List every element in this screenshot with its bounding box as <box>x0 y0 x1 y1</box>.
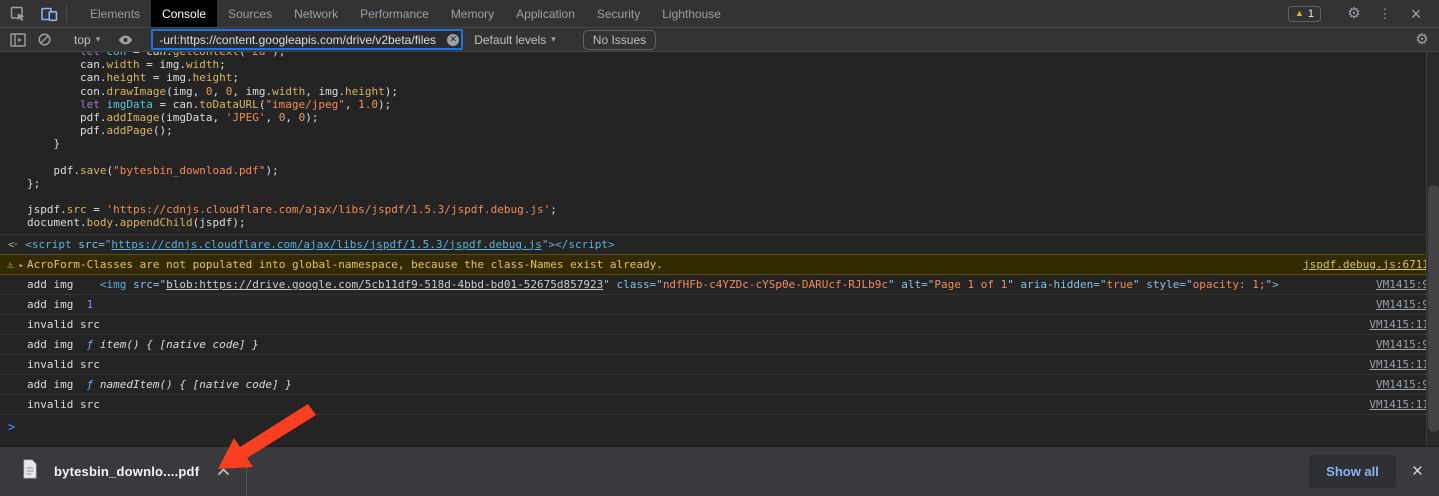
console-logs: add img <img src="blob:https://drive.goo… <box>0 275 1439 415</box>
code-line: jspdf.src = 'https://cdnjs.cloudflare.co… <box>27 203 1439 216</box>
log-message: invalid src <box>27 318 1357 331</box>
tab-application[interactable]: Application <box>505 0 586 27</box>
scrollbar-thumb[interactable] <box>1428 185 1439 432</box>
code-line: con.drawImage(img, 0, 0, img.width, img.… <box>27 85 1439 98</box>
no-issues-button[interactable]: No Issues <box>583 30 656 50</box>
code-line <box>27 151 1439 164</box>
warning-text: AcroForm-Classes are not populated into … <box>27 258 663 271</box>
kebab-menu-icon[interactable]: ⋮ <box>1372 7 1398 20</box>
tabbar-right: ▲ 1 ⚙ ⋮ × <box>1288 0 1439 27</box>
tab-lighthouse[interactable]: Lighthouse <box>651 0 732 27</box>
source-location-link[interactable]: VM1415:11 <box>1369 318 1429 331</box>
console-log-row: add img ƒ item() { [native code] } VM1415… <box>0 335 1439 355</box>
settings-gear-icon[interactable]: ⚙ <box>1341 6 1367 21</box>
source-location-link[interactable]: VM1415:9 <box>1376 278 1429 291</box>
return-value-icon: <· <box>8 238 17 251</box>
tab-network[interactable]: Network <box>283 0 349 27</box>
inspect-element-icon[interactable] <box>5 0 31 27</box>
code-line: pdf.save("bytesbin_download.pdf"); <box>27 164 1439 177</box>
close-devtools-icon[interactable]: × <box>1403 5 1429 23</box>
scrollbar-track[interactable] <box>1426 52 1439 446</box>
warning-badge[interactable]: ▲ 1 <box>1288 6 1321 22</box>
console-prompt[interactable]: > <box>0 415 1439 434</box>
log-message: invalid src <box>27 398 1357 411</box>
tab-sources[interactable]: Sources <box>217 0 283 27</box>
source-location-link[interactable]: jspdf.debug.js:6711 <box>1303 258 1429 271</box>
tab-performance[interactable]: Performance <box>349 0 440 27</box>
source-location-link[interactable]: VM1415:9 <box>1376 378 1429 391</box>
downloaded-file-chip[interactable]: bytesbin_downlo....pdf <box>0 447 246 496</box>
tab-console[interactable]: Console <box>151 0 217 27</box>
download-bar: bytesbin_downlo....pdf Show all × <box>0 446 1439 496</box>
divider <box>66 5 67 22</box>
console-log-row: invalid src VM1415:11 <box>0 355 1439 375</box>
tab-security[interactable]: Security <box>586 0 651 27</box>
log-message: add img <img src="blob:https://drive.goo… <box>27 278 1364 291</box>
clear-console-icon[interactable] <box>31 28 57 51</box>
file-document-icon <box>22 459 38 484</box>
code-line: document.body.appendChild(jspdf); <box>27 216 1439 229</box>
device-toolbar-icon[interactable] <box>36 0 62 27</box>
console-sidebar-icon[interactable] <box>5 28 31 51</box>
source-location-link[interactable]: VM1415:9 <box>1376 338 1429 351</box>
code-line: let imgData = can.toDataURL("image/jpeg"… <box>27 98 1439 111</box>
tab-memory[interactable]: Memory <box>440 0 505 27</box>
prompt-chevron-icon: > <box>8 420 15 434</box>
file-options-caret-icon[interactable] <box>217 468 230 476</box>
live-expression-eye-icon[interactable] <box>112 28 138 51</box>
log-message: add img ƒ namedItem() { [native code] } <box>27 378 1364 391</box>
log-message: invalid src <box>27 358 1357 371</box>
result-value[interactable]: <script src="https://cdnjs.cloudflare.co… <box>25 238 614 251</box>
close-download-bar-icon[interactable]: × <box>1412 462 1423 481</box>
tab-elements[interactable]: Elements <box>79 0 151 27</box>
console-input-echo: let con = can.getContext('2d'); can.widt… <box>0 52 1439 230</box>
code-line: can.width = img.width; <box>27 58 1439 71</box>
console-log-row: invalid src VM1415:11 <box>0 395 1439 415</box>
log-message: add img 1 <box>27 298 1364 311</box>
filter-wrap: ✕ <box>152 30 462 49</box>
console-log-row: add img ƒ namedItem() { [native code] } V… <box>0 375 1439 395</box>
console-log-row: add img <img src="blob:https://drive.goo… <box>0 275 1439 295</box>
chevron-down-icon: ▾ <box>96 34 101 45</box>
source-location-link[interactable]: VM1415:11 <box>1369 358 1429 371</box>
warning-triangle-icon: ▲ <box>1295 9 1304 18</box>
warning-icon: ⚠ <box>7 258 14 271</box>
divider <box>246 447 247 496</box>
downloaded-filename: bytesbin_downlo....pdf <box>54 464 199 479</box>
code-line: pdf.addImage(imgData, 'JPEG', 0, 0); <box>27 111 1439 124</box>
log-message: add img ƒ item() { [native code] } <box>27 338 1364 351</box>
source-location-link[interactable]: VM1415:11 <box>1369 398 1429 411</box>
code-line: can.height = img.height; <box>27 71 1439 84</box>
warning-count: 1 <box>1308 8 1314 20</box>
devtools-tabs: ElementsConsoleSourcesNetworkPerformance… <box>79 0 732 27</box>
devtools-tabbar: ElementsConsoleSourcesNetworkPerformance… <box>0 0 1439 28</box>
code-line: pdf.addPage(); <box>27 124 1439 137</box>
console-warning-row: ⚠ ▸ AcroForm-Classes are not populated i… <box>0 254 1439 275</box>
code-line <box>27 190 1439 203</box>
console-toolbar: top ▾ ✕ Default levels ▾ No Issues ⚙ <box>0 28 1439 52</box>
code-line: } <box>27 137 1439 150</box>
console-log-row: add img 1 VM1415:9 <box>0 295 1439 315</box>
clear-filter-icon[interactable]: ✕ <box>447 34 459 46</box>
chevron-down-icon: ▾ <box>551 34 556 45</box>
console-output: let con = can.getContext('2d'); can.widt… <box>0 52 1439 446</box>
disclosure-triangle-icon[interactable]: ▸ <box>19 261 24 271</box>
code-line: }; <box>27 177 1439 190</box>
console-settings-gear-icon[interactable]: ⚙ <box>1409 28 1435 51</box>
console-log-row: invalid src VM1415:11 <box>0 315 1439 335</box>
source-location-link[interactable]: VM1415:9 <box>1376 298 1429 311</box>
console-result-row: <· <script src="https://cdnjs.cloudflare… <box>0 234 1439 254</box>
show-all-downloads-button[interactable]: Show all <box>1309 455 1396 488</box>
console-filter-input[interactable] <box>152 30 462 49</box>
context-selector[interactable]: top ▾ <box>74 33 100 47</box>
log-levels-dropdown[interactable]: Default levels ▾ <box>474 33 556 47</box>
